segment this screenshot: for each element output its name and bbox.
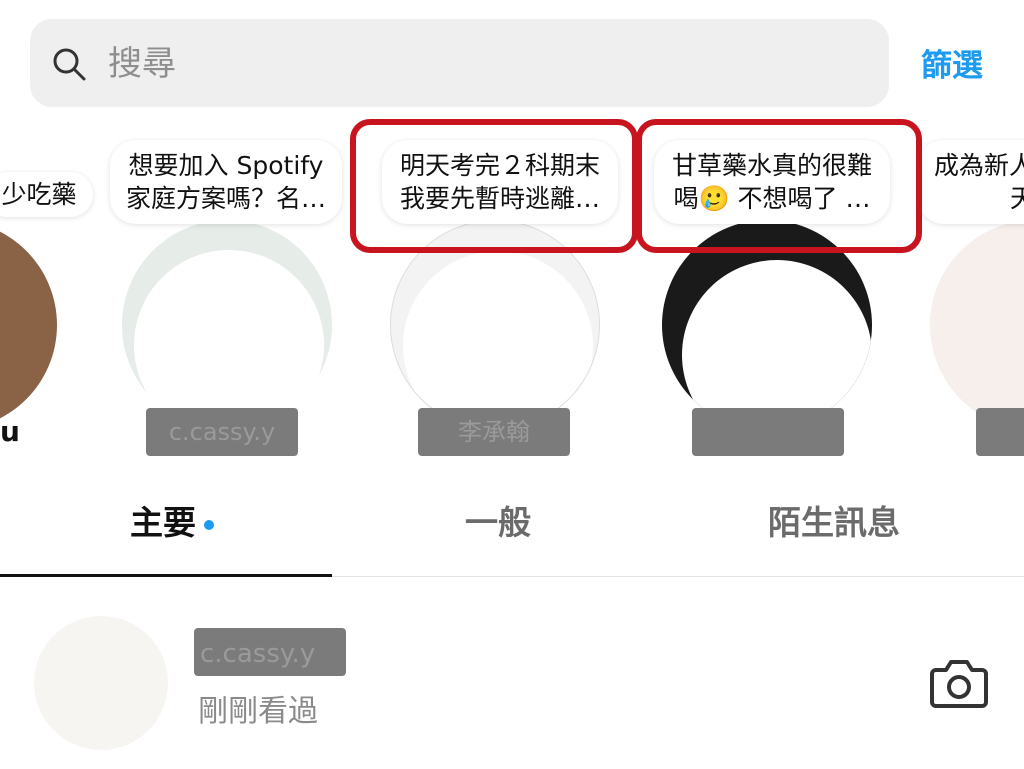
note-text: 家庭方案嗎？名… bbox=[126, 184, 327, 213]
tab-requests[interactable]: 陌生訊息 bbox=[768, 496, 900, 544]
avatar-obscured bbox=[403, 251, 593, 429]
highlight-box bbox=[350, 119, 638, 253]
tab-label: 一般 bbox=[465, 503, 531, 542]
highlight-box bbox=[636, 119, 922, 253]
message-username: c.cassy.y bbox=[194, 628, 346, 676]
story-item[interactable]: 想要加入 Spotify 家庭方案嗎？名… c.cassy.y bbox=[110, 110, 350, 470]
note-text: 少吃藥 bbox=[1, 180, 77, 209]
unread-dot bbox=[204, 519, 214, 530]
note-text: 成為新人 bbox=[934, 151, 1024, 180]
story-avatar[interactable] bbox=[122, 220, 332, 430]
note-bubble[interactable]: 想要加入 Spotify 家庭方案嗎？名… bbox=[110, 140, 342, 224]
note-text: 天 bbox=[1010, 184, 1024, 213]
story-username: c.cassy.y bbox=[146, 408, 298, 456]
avatar-obscured bbox=[682, 260, 872, 430]
notes-stories-row: 少吃藥 u 想要加入 Spotify 家庭方案嗎？名… c.cassy.y 明天… bbox=[0, 110, 1024, 470]
story-username bbox=[692, 408, 844, 456]
story-item[interactable]: 少吃藥 u bbox=[0, 110, 93, 470]
tab-label: 陌生訊息 bbox=[768, 503, 900, 542]
search-icon bbox=[53, 48, 86, 81]
tab-primary[interactable]: 主要 bbox=[130, 496, 214, 544]
note-bubble[interactable]: 少吃藥 bbox=[0, 172, 93, 217]
message-row[interactable]: c.cassy.y 剛剛看過 bbox=[0, 600, 1024, 760]
avatar-obscured bbox=[134, 250, 324, 430]
tab-general[interactable]: 一般 bbox=[465, 496, 531, 544]
avatar[interactable] bbox=[34, 616, 168, 750]
camera-icon[interactable] bbox=[930, 656, 988, 710]
inbox-tabs: 主要 一般 陌生訊息 bbox=[0, 478, 1024, 578]
story-username bbox=[976, 408, 1024, 456]
story-username: 李承翰 bbox=[418, 408, 570, 456]
search-input[interactable] bbox=[106, 33, 870, 95]
tab-label: 主要 bbox=[130, 503, 196, 542]
active-tab-indicator bbox=[0, 574, 332, 577]
filter-button[interactable]: 篩選 bbox=[921, 40, 983, 85]
story-avatar[interactable] bbox=[0, 220, 57, 430]
search-bar[interactable] bbox=[30, 19, 889, 107]
note-bubble[interactable]: 成為新人 天 bbox=[918, 140, 1024, 224]
story-item[interactable]: 成為新人 天 bbox=[918, 110, 1024, 470]
message-status: 剛剛看過 bbox=[198, 694, 318, 729]
note-text: 想要加入 Spotify bbox=[128, 151, 324, 180]
story-avatar[interactable] bbox=[930, 220, 1024, 430]
story-username: u bbox=[0, 415, 20, 448]
